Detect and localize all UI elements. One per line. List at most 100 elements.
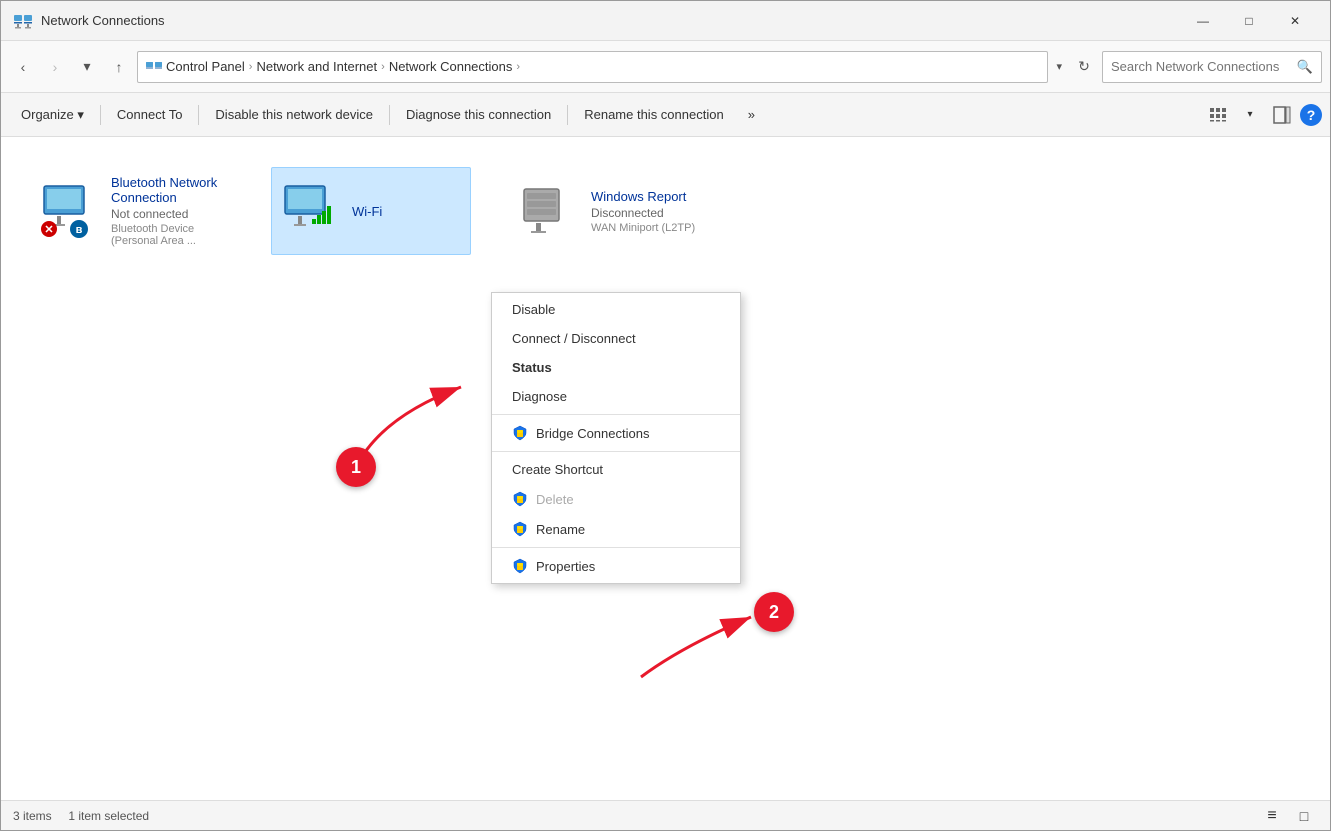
ctx-label-status: Status: [512, 360, 552, 375]
wifi-icon: [280, 181, 340, 241]
breadcrumb-part3: Network Connections: [389, 59, 513, 74]
annotation-2: 2: [754, 592, 794, 632]
statusbar-right: ≡ □: [1258, 802, 1318, 830]
bluetooth-status: Not connected: [111, 207, 223, 221]
status-items: 3 items 1 item selected: [13, 809, 149, 823]
ctx-label-shortcut: Create Shortcut: [512, 462, 603, 477]
network-items-list: ✕ ʙ Bluetooth Network Connection Not con…: [21, 157, 1310, 265]
view-options-icon: [1209, 106, 1227, 124]
shield-icon: [512, 558, 528, 574]
bluetooth-icon: ✕ ʙ: [39, 181, 99, 241]
shield-icon: [512, 521, 528, 537]
breadcrumb-part2: Network and Internet: [256, 59, 377, 74]
view-dropdown-button[interactable]: ▾: [1236, 101, 1264, 129]
annotation-1: 1: [336, 447, 376, 487]
list-view-button[interactable]: ≡: [1258, 802, 1286, 830]
search-box: 🔍: [1102, 51, 1322, 83]
panel-button[interactable]: [1268, 101, 1296, 129]
wifi-name: Wi-Fi: [352, 204, 382, 219]
back-button[interactable]: ‹: [9, 53, 37, 81]
address-bar: ‹ › ▾ ↑ Control Panel › Network and Inte…: [1, 41, 1330, 93]
connect-to-button[interactable]: Connect To: [105, 97, 195, 133]
breadcrumb-icon: [146, 59, 162, 75]
toolbar-divider-1: [100, 105, 101, 125]
disable-button[interactable]: Disable this network device: [203, 97, 385, 133]
ctx-label-properties: Properties: [536, 559, 595, 574]
search-icon[interactable]: 🔍: [1297, 59, 1313, 75]
diagnose-button[interactable]: Diagnose this connection: [394, 97, 563, 133]
svg-text:✕: ✕: [44, 224, 53, 236]
refresh-button[interactable]: ↻: [1070, 53, 1098, 81]
shield-icon: [512, 491, 528, 507]
toolbar-divider-4: [567, 105, 568, 125]
minimize-button[interactable]: —: [1180, 5, 1226, 37]
toolbar: Organize ▾ Connect To Disable this netwo…: [1, 93, 1330, 137]
view-options-button[interactable]: [1204, 101, 1232, 129]
ctx-item-disable[interactable]: Disable: [492, 295, 740, 324]
ctx-item-status[interactable]: Status: [492, 353, 740, 382]
recent-locations-button[interactable]: ▾: [73, 53, 101, 81]
toolbar-right: ▾ ?: [1204, 101, 1322, 129]
ctx-separator-after-rename: [492, 547, 740, 548]
ctx-label-rename: Rename: [536, 522, 585, 537]
network-item-wifi[interactable]: Wi-Fi: [271, 167, 471, 255]
breadcrumb[interactable]: Control Panel › Network and Internet › N…: [137, 51, 1048, 83]
more-button[interactable]: »: [736, 97, 767, 133]
breadcrumb-part1: Control Panel: [166, 59, 245, 74]
items-count: 3 items: [13, 809, 52, 823]
close-button[interactable]: ✕: [1272, 5, 1318, 37]
vpn-type: WAN Miniport (L2TP): [591, 222, 695, 234]
rename-button[interactable]: Rename this connection: [572, 97, 735, 133]
ctx-item-delete: Delete: [492, 484, 740, 514]
breadcrumb-dropdown[interactable]: ▾: [1056, 60, 1062, 73]
breadcrumb-sep3: ›: [516, 61, 520, 73]
vpn-icon: [519, 181, 579, 241]
ctx-label-bridge: Bridge Connections: [536, 426, 649, 441]
toolbar-divider-3: [389, 105, 390, 125]
network-item-bluetooth[interactable]: ✕ ʙ Bluetooth Network Connection Not con…: [31, 167, 231, 255]
search-input[interactable]: [1111, 59, 1293, 74]
content-area: ✕ ʙ Bluetooth Network Connection Not con…: [1, 137, 1330, 800]
title-bar: Network Connections — □ ✕: [1, 1, 1330, 41]
ctx-item-properties[interactable]: Properties: [492, 551, 740, 581]
forward-button[interactable]: ›: [41, 53, 69, 81]
toolbar-divider-2: [198, 105, 199, 125]
breadcrumb-sep1: ›: [249, 61, 253, 73]
ctx-item-connect[interactable]: Connect / Disconnect: [492, 324, 740, 353]
selected-count: 1 item selected: [68, 809, 149, 823]
vpn-info: Windows Report Disconnected WAN Miniport…: [591, 189, 695, 234]
grid-view-button[interactable]: □: [1290, 802, 1318, 830]
shield-icon: [512, 425, 528, 441]
ctx-label-diagnose: Diagnose: [512, 389, 567, 404]
bluetooth-name: Bluetooth Network Connection: [111, 175, 223, 205]
ctx-label-connect: Connect / Disconnect: [512, 331, 636, 346]
status-bar: 3 items 1 item selected ≡ □: [1, 800, 1330, 830]
network-item-vpn[interactable]: Windows Report Disconnected WAN Miniport…: [511, 167, 711, 255]
ctx-separator-after-diagnose: [492, 414, 740, 415]
bluetooth-type: Bluetooth Device (Personal Area ...: [111, 223, 223, 247]
ctx-label-delete: Delete: [536, 492, 574, 507]
ctx-item-rename[interactable]: Rename: [492, 514, 740, 544]
main-window: Network Connections — □ ✕ ‹ › ▾ ↑ Contro…: [0, 0, 1331, 831]
panel-icon: [1273, 106, 1291, 124]
window-title: Network Connections: [41, 13, 1180, 28]
help-button[interactable]: ?: [1300, 104, 1322, 126]
vpn-name: Windows Report: [591, 189, 695, 204]
window-icon: [13, 11, 33, 31]
ctx-item-shortcut[interactable]: Create Shortcut: [492, 455, 740, 484]
svg-text:ʙ: ʙ: [76, 224, 83, 236]
ctx-item-bridge[interactable]: Bridge Connections: [492, 418, 740, 448]
arrow-1: [301, 357, 501, 507]
up-button[interactable]: ↑: [105, 53, 133, 81]
window-controls: — □ ✕: [1180, 5, 1318, 37]
ctx-item-diagnose[interactable]: Diagnose: [492, 382, 740, 411]
bluetooth-info: Bluetooth Network Connection Not connect…: [111, 175, 223, 247]
organize-button[interactable]: Organize ▾: [9, 97, 96, 133]
wifi-info: Wi-Fi: [352, 204, 382, 219]
maximize-button[interactable]: □: [1226, 5, 1272, 37]
ctx-separator-after-bridge: [492, 451, 740, 452]
vpn-status: Disconnected: [591, 206, 695, 220]
context-menu: Disable Connect / Disconnect Status Diagnos…: [491, 292, 741, 584]
breadcrumb-sep2: ›: [381, 61, 385, 73]
ctx-label-disable: Disable: [512, 302, 555, 317]
